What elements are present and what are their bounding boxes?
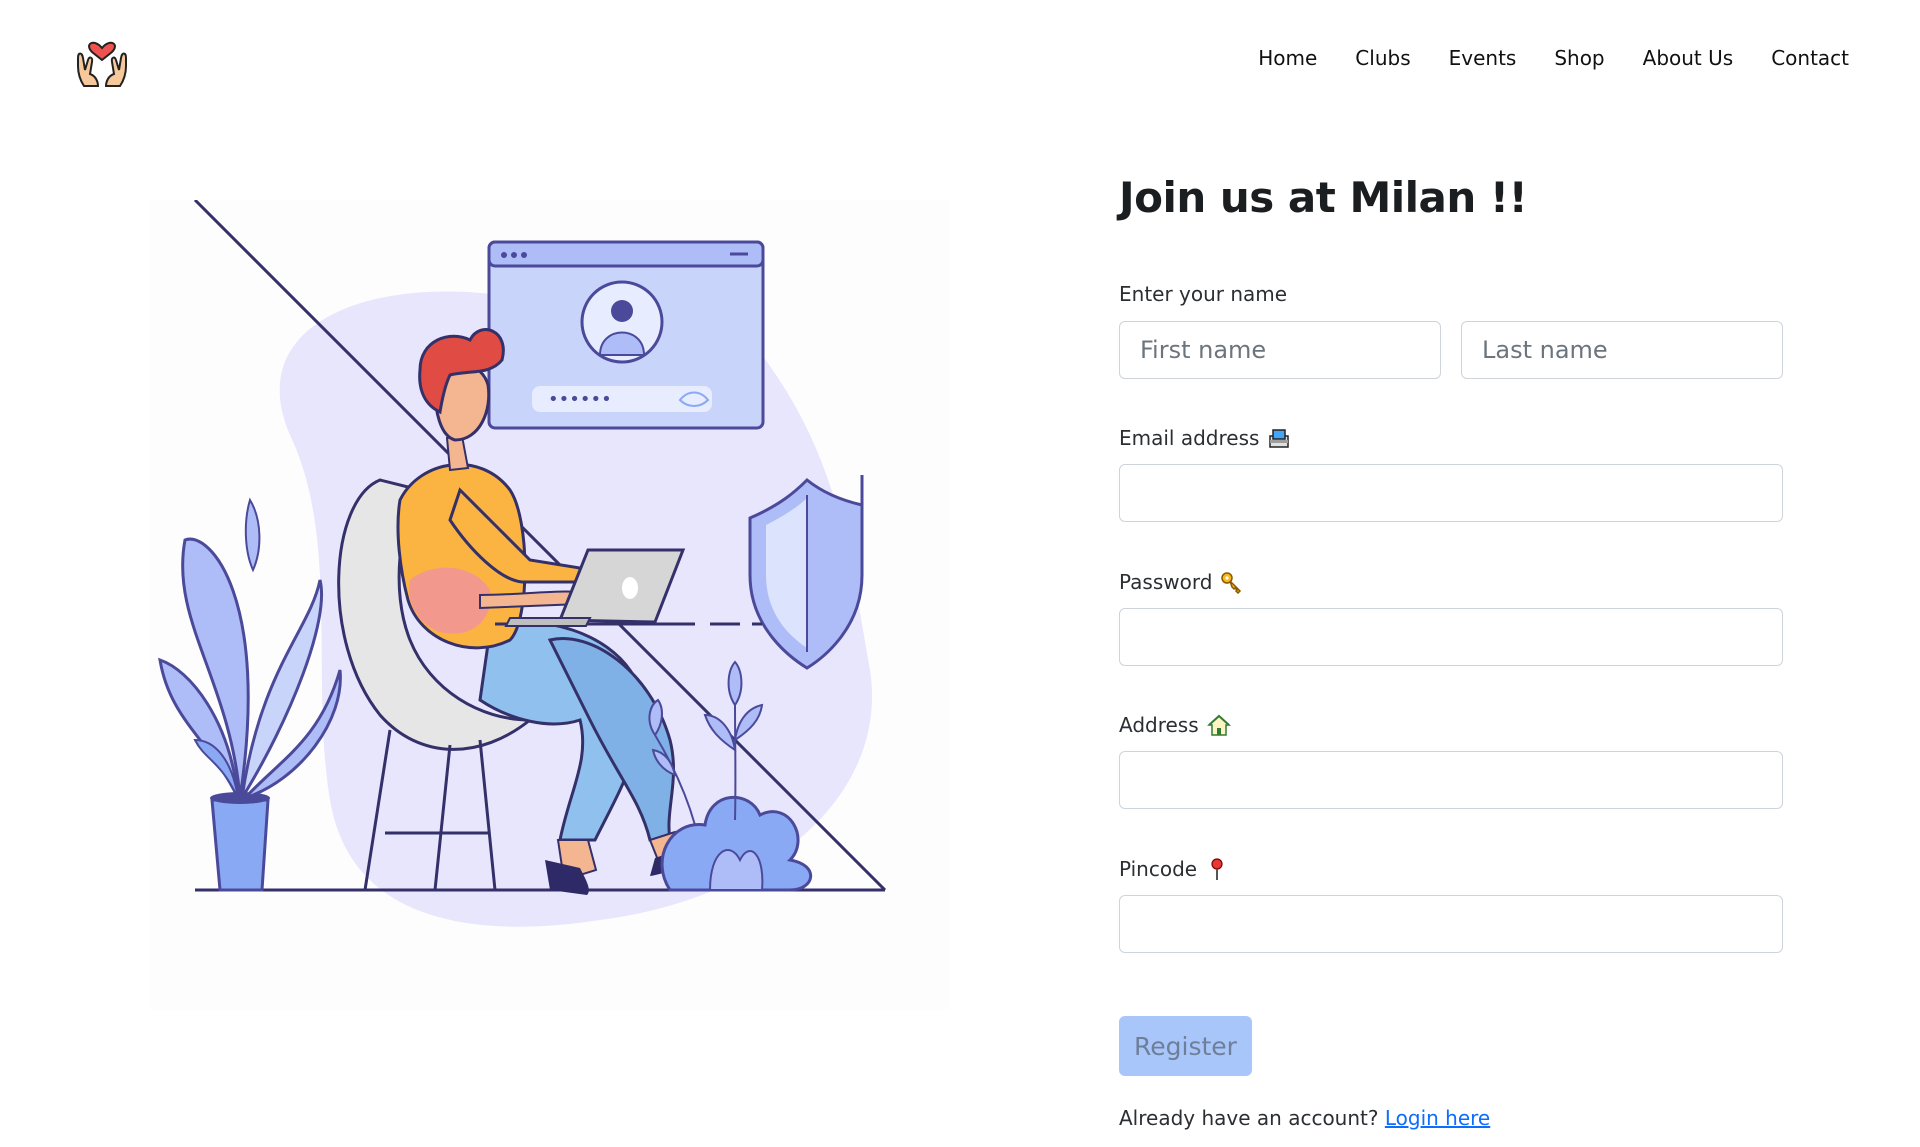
pincode-label: Pincode: [1119, 855, 1229, 883]
password-label-text: Password: [1119, 570, 1213, 594]
login-prompt-text: Already have an account?: [1119, 1106, 1379, 1130]
address-input[interactable]: [1119, 751, 1783, 809]
login-link[interactable]: Login here: [1385, 1106, 1490, 1130]
nav-events[interactable]: Events: [1430, 44, 1536, 72]
page-title: Join us at Milan !!: [1119, 173, 1528, 222]
nav-contact[interactable]: Contact: [1752, 44, 1849, 72]
pincode-input[interactable]: [1119, 895, 1783, 953]
address-label-text: Address: [1119, 713, 1199, 737]
nav-shop[interactable]: Shop: [1535, 44, 1623, 72]
password-input[interactable]: [1119, 608, 1783, 666]
signup-illustration: ••••••: [150, 200, 950, 1010]
name-label-text: Enter your name: [1119, 282, 1288, 306]
nav-clubs[interactable]: Clubs: [1336, 44, 1429, 72]
key-icon: [1221, 572, 1242, 594]
address-label: Address: [1119, 711, 1231, 739]
heart-hands-icon[interactable]: [72, 30, 132, 90]
nav-home[interactable]: Home: [1239, 44, 1336, 72]
nav-about-us[interactable]: About Us: [1624, 44, 1753, 72]
browser-window-graphic: ••••••: [487, 240, 765, 430]
signup-form: Join us at Milan !! Enter your name Emai…: [1119, 170, 1783, 1130]
first-name-input[interactable]: [1119, 321, 1441, 379]
name-label: Enter your name: [1119, 280, 1287, 308]
plant-pot-graphic: [158, 497, 342, 892]
pincode-label-text: Pincode: [1119, 857, 1198, 881]
pushpin-icon: [1211, 858, 1223, 880]
inbox-tray-icon: [1269, 429, 1290, 448]
email-input[interactable]: [1119, 464, 1783, 522]
house-icon: [1206, 714, 1231, 736]
email-label-text: Email address: [1119, 426, 1260, 450]
register-button[interactable]: Register: [1119, 1016, 1252, 1076]
password-label: Password: [1119, 568, 1244, 596]
navbar: Home Clubs Events Shop About Us Contact: [0, 0, 1920, 118]
login-prompt: Already have an account? Login here: [1119, 1106, 1490, 1130]
last-name-input[interactable]: [1461, 321, 1783, 379]
password-dots: ••••••: [548, 389, 612, 410]
nav-links: Home Clubs Events Shop About Us Contact: [1239, 44, 1849, 72]
email-label: Email address: [1119, 424, 1291, 452]
